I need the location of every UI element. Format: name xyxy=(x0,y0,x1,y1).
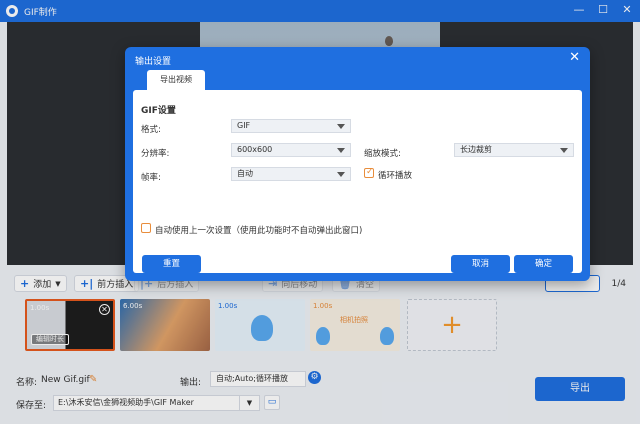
dialog-title: 输出设置 xyxy=(135,57,172,67)
chevron-down-icon xyxy=(337,172,345,177)
chevron-down-icon xyxy=(337,148,345,153)
resolution-value: 600x600 xyxy=(237,145,273,154)
framerate-label: 帧率: xyxy=(141,173,161,183)
scale-mode-select[interactable]: 长边裁剪 xyxy=(454,143,574,157)
loop-checkbox[interactable] xyxy=(364,167,374,178)
reset-button[interactable]: 重置 xyxy=(142,255,201,273)
section-title: GIF设置 xyxy=(141,106,176,116)
framerate-value: 自动 xyxy=(237,169,253,178)
reuse-settings-checkbox[interactable] xyxy=(141,223,151,233)
framerate-select[interactable]: 自动 xyxy=(231,167,351,181)
output-settings-dialog: 输出设置 ✕ 导出视频 GIF设置 格式: GIF 分辨率: 600x600 缩… xyxy=(125,47,590,281)
cancel-button[interactable]: 取消 xyxy=(451,255,510,273)
reuse-settings-label: 自动使用上一次设置（使用此功能时不自动弹出此窗口) xyxy=(155,226,363,236)
resolution-label: 分辨率: xyxy=(141,149,170,159)
scale-mode-value: 长边裁剪 xyxy=(460,145,492,154)
format-label: 格式: xyxy=(141,125,161,135)
chevron-down-icon xyxy=(337,124,345,129)
scale-mode-label: 缩放模式: xyxy=(364,149,401,159)
settings-panel: GIF设置 格式: GIF 分辨率: 600x600 缩放模式: 长边裁剪 帧率… xyxy=(133,90,582,273)
resolution-select[interactable]: 600x600 xyxy=(231,143,351,157)
close-icon[interactable]: ✕ xyxy=(569,51,580,65)
tab-export-video[interactable]: 导出视频 xyxy=(147,70,205,90)
format-value: GIF xyxy=(237,121,251,130)
format-select[interactable]: GIF xyxy=(231,119,351,133)
loop-label: 循环播放 xyxy=(378,171,413,181)
ok-button[interactable]: 确定 xyxy=(514,255,573,273)
chevron-down-icon xyxy=(560,148,568,153)
